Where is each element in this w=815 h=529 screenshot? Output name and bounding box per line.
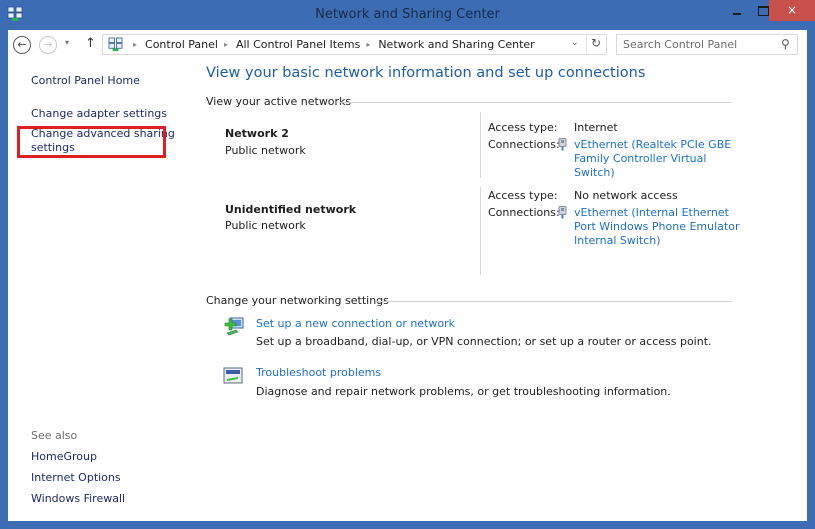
address-divider — [586, 35, 587, 54]
section-divider — [336, 102, 732, 103]
sidebar-item-homegroup[interactable]: HomeGroup — [31, 450, 97, 464]
breadcrumb-separator-icon[interactable]: ▸ — [133, 40, 137, 49]
control-panel-icon — [108, 37, 123, 52]
back-button[interactable]: ← — [13, 36, 31, 54]
forward-button[interactable]: → — [39, 36, 57, 54]
network-category: Public network — [225, 144, 306, 157]
setup-new-connection-link[interactable]: Set up a new connection or network — [256, 317, 455, 330]
search-box[interactable]: ⚲ — [616, 34, 798, 55]
network-category: Public network — [225, 219, 306, 232]
sidebar-item-control-panel-home[interactable]: Control Panel Home — [31, 74, 140, 88]
minimize-button[interactable] — [724, 0, 750, 21]
up-button[interactable]: ↑ — [85, 36, 96, 51]
refresh-icon: ↻ — [591, 36, 602, 50]
forward-arrow-icon: → — [43, 38, 53, 51]
breadcrumb: ▸ Control Panel ▸ All Control Panel Items ▸ N… — [127, 38, 535, 51]
connections-label: Connections: — [488, 206, 560, 219]
access-type-label: Access type: — [488, 121, 558, 134]
breadcrumb-all-items[interactable]: All Control Panel Items — [236, 38, 360, 51]
sidebar-item-change-adapter-settings[interactable]: Change adapter settings — [31, 107, 167, 121]
active-networks-heading: View your active networks — [206, 95, 352, 108]
window-title: Network and Sharing Center — [315, 7, 500, 22]
recent-locations-button[interactable]: ▾ — [65, 38, 69, 47]
title-bar: Network and Sharing Center × — [0, 0, 815, 30]
page-title: View your basic network information and … — [206, 65, 646, 81]
connection-link[interactable]: vEthernet (Realtek PCIe GBE Family Contr… — [574, 138, 749, 180]
network-divider — [480, 112, 481, 178]
sidebar-item-internet-options[interactable]: Internet Options — [31, 471, 121, 485]
main-content: View your basic network information and … — [206, 60, 746, 521]
access-type-value: Internet — [574, 121, 618, 134]
connections-label: Connections: — [488, 138, 560, 151]
sidebar-item-windows-firewall[interactable]: Windows Firewall — [31, 492, 125, 506]
section-divider — [376, 301, 732, 302]
setup-new-connection-description: Set up a broadband, dial-up, or VPN conn… — [256, 335, 712, 348]
sidebar: Control Panel Home Change adapter settin… — [8, 60, 198, 521]
search-input[interactable] — [617, 35, 777, 54]
access-type-label: Access type: — [488, 189, 558, 202]
see-also-heading: See also — [31, 429, 78, 442]
breadcrumb-separator-icon[interactable]: ▸ — [366, 40, 370, 49]
highlight-annotation — [17, 126, 166, 158]
breadcrumb-control-panel[interactable]: Control Panel — [145, 38, 218, 51]
breadcrumb-separator-icon[interactable]: ▸ — [224, 40, 228, 49]
address-bar[interactable]: ▸ Control Panel ▸ All Control Panel Items ▸ N… — [102, 34, 607, 55]
navigation-bar: ← → ▾ ↑ ▸ Control Panel ▸ All Control Panel… — [8, 30, 807, 60]
ethernet-icon — [558, 206, 567, 219]
new-connection-icon — [224, 317, 244, 336]
network-name: Network 2 — [225, 127, 289, 140]
chevron-down-icon: ⌄ — [571, 38, 579, 48]
window-client: ← → ▾ ↑ ▸ Control Panel ▸ All Control Panel… — [8, 30, 807, 521]
troubleshoot-problems-description: Diagnose and repair network problems, or… — [256, 385, 671, 398]
network-name: Unidentified network — [225, 203, 357, 216]
chevron-down-icon: ▾ — [65, 38, 70, 47]
refresh-button[interactable]: ↻ — [591, 36, 601, 50]
connection-link[interactable]: vEthernet (Internal Ethernet Port Window… — [574, 206, 749, 248]
access-type-value: No network access — [574, 189, 678, 202]
close-button[interactable]: × — [769, 0, 815, 21]
troubleshoot-problems-link[interactable]: Troubleshoot problems — [256, 366, 381, 379]
breadcrumb-network-sharing[interactable]: Network and Sharing Center — [378, 38, 534, 51]
address-dropdown-button[interactable]: ⌄ — [571, 38, 579, 48]
troubleshoot-icon — [223, 367, 243, 384]
back-arrow-icon: ← — [17, 38, 27, 51]
up-arrow-icon: ↑ — [85, 36, 96, 51]
network-divider — [480, 187, 481, 275]
networking-settings-heading: Change your networking settings — [206, 294, 389, 307]
close-icon: × — [786, 3, 798, 17]
ethernet-icon — [558, 138, 567, 151]
search-icon[interactable]: ⚲ — [781, 37, 790, 51]
